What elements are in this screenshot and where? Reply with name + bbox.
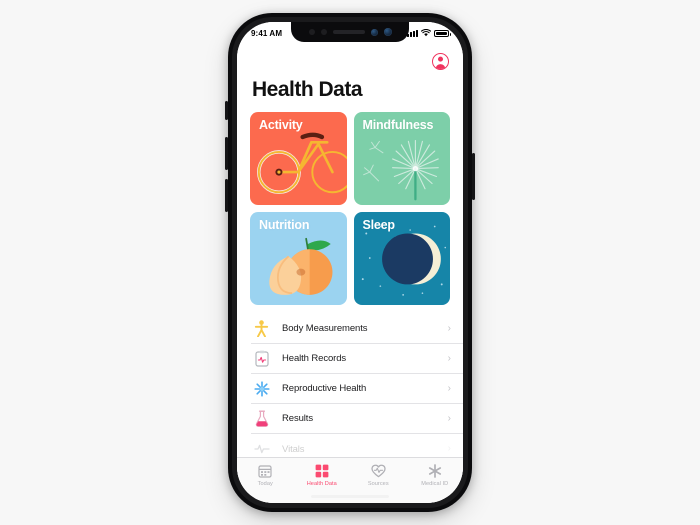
tile-activity[interactable]: Activity xyxy=(250,112,347,205)
tile-label-nutrition: Nutrition xyxy=(259,218,310,232)
tile-label-sleep: Sleep xyxy=(362,218,396,232)
list-item-label: Vitals xyxy=(282,443,305,455)
category-tiles-grid: Activity Mindfulness Nutrition Sleep xyxy=(237,112,463,305)
chevron-right-icon: › xyxy=(447,382,451,394)
tile-sleep[interactable]: Sleep xyxy=(353,212,450,305)
tile-mindfulness[interactable]: Mindfulness xyxy=(353,112,450,205)
list-item-results[interactable]: Results › xyxy=(251,404,463,434)
profile-avatar-icon[interactable] xyxy=(432,52,449,70)
health-grid-icon xyxy=(315,463,329,478)
body-figure-icon xyxy=(251,318,272,339)
chevron-right-icon: › xyxy=(447,443,451,454)
tab-medical-id[interactable]: Medical ID xyxy=(407,463,464,487)
volume-down-button[interactable] xyxy=(225,179,228,212)
wifi-icon xyxy=(421,29,431,37)
front-camera-icon xyxy=(383,28,392,36)
chevron-right-icon: › xyxy=(447,412,451,424)
tile-nutrition[interactable]: Nutrition xyxy=(250,212,347,305)
health-categories-list: Body Measurements › Health Records › Rep… xyxy=(237,314,463,464)
tab-label: Health Data xyxy=(306,481,337,487)
power-button[interactable] xyxy=(472,153,475,200)
list-item-label: Health Records xyxy=(282,353,347,364)
snowflake-flower-icon xyxy=(251,378,272,399)
silent-switch[interactable] xyxy=(225,101,228,120)
list-item-label: Body Measurements xyxy=(282,323,368,334)
status-bar-indicators xyxy=(407,29,451,37)
tab-label: Sources xyxy=(367,481,389,487)
clipboard-records-icon xyxy=(251,348,272,369)
tile-label-mindfulness: Mindfulness xyxy=(362,118,434,132)
health-app: Health Data Activity Mindfulness Nutriti… xyxy=(237,22,463,503)
device-notch xyxy=(291,22,409,42)
chevron-right-icon: › xyxy=(447,352,451,364)
infrared-camera-icon xyxy=(370,28,378,36)
chevron-right-icon: › xyxy=(447,322,451,334)
scene-root: 9:41 AM Health Data Activity Mindfulness… xyxy=(0,0,700,525)
navigation-bar xyxy=(237,44,463,78)
iphone-device-frame: 9:41 AM Health Data Activity Mindfulness… xyxy=(225,13,475,512)
medical-asterisk-icon xyxy=(428,463,442,478)
ambient-light-sensor-icon xyxy=(320,29,327,35)
earpiece-speaker xyxy=(332,30,365,34)
tile-label-activity: Activity xyxy=(259,118,303,132)
list-item-label: Reproductive Health xyxy=(282,383,367,394)
list-item-health-records[interactable]: Health Records › xyxy=(251,344,463,374)
status-bar-time: 9:41 AM xyxy=(251,28,283,38)
list-item-body-measurements[interactable]: Body Measurements › xyxy=(251,314,463,344)
list-item-label: Results xyxy=(282,413,313,424)
tab-label: Today xyxy=(257,481,273,487)
page-title: Health Data xyxy=(252,78,363,101)
device-screen: 9:41 AM Health Data Activity Mindfulness… xyxy=(237,22,463,503)
tab-label: Medical ID xyxy=(421,481,449,487)
proximity-sensor-icon xyxy=(308,29,315,35)
flask-icon xyxy=(251,408,272,429)
tab-health-data[interactable]: Health Data xyxy=(294,463,351,487)
list-item-reproductive-health[interactable]: Reproductive Health › xyxy=(251,374,463,404)
tab-bar: Today Health Data Sources Medical ID xyxy=(237,457,463,503)
battery-icon xyxy=(434,29,451,37)
tab-today[interactable]: Today xyxy=(237,463,294,487)
volume-up-button[interactable] xyxy=(225,137,228,170)
heart-sources-icon xyxy=(371,463,386,478)
tab-sources[interactable]: Sources xyxy=(350,463,407,487)
calendar-icon xyxy=(258,463,272,478)
